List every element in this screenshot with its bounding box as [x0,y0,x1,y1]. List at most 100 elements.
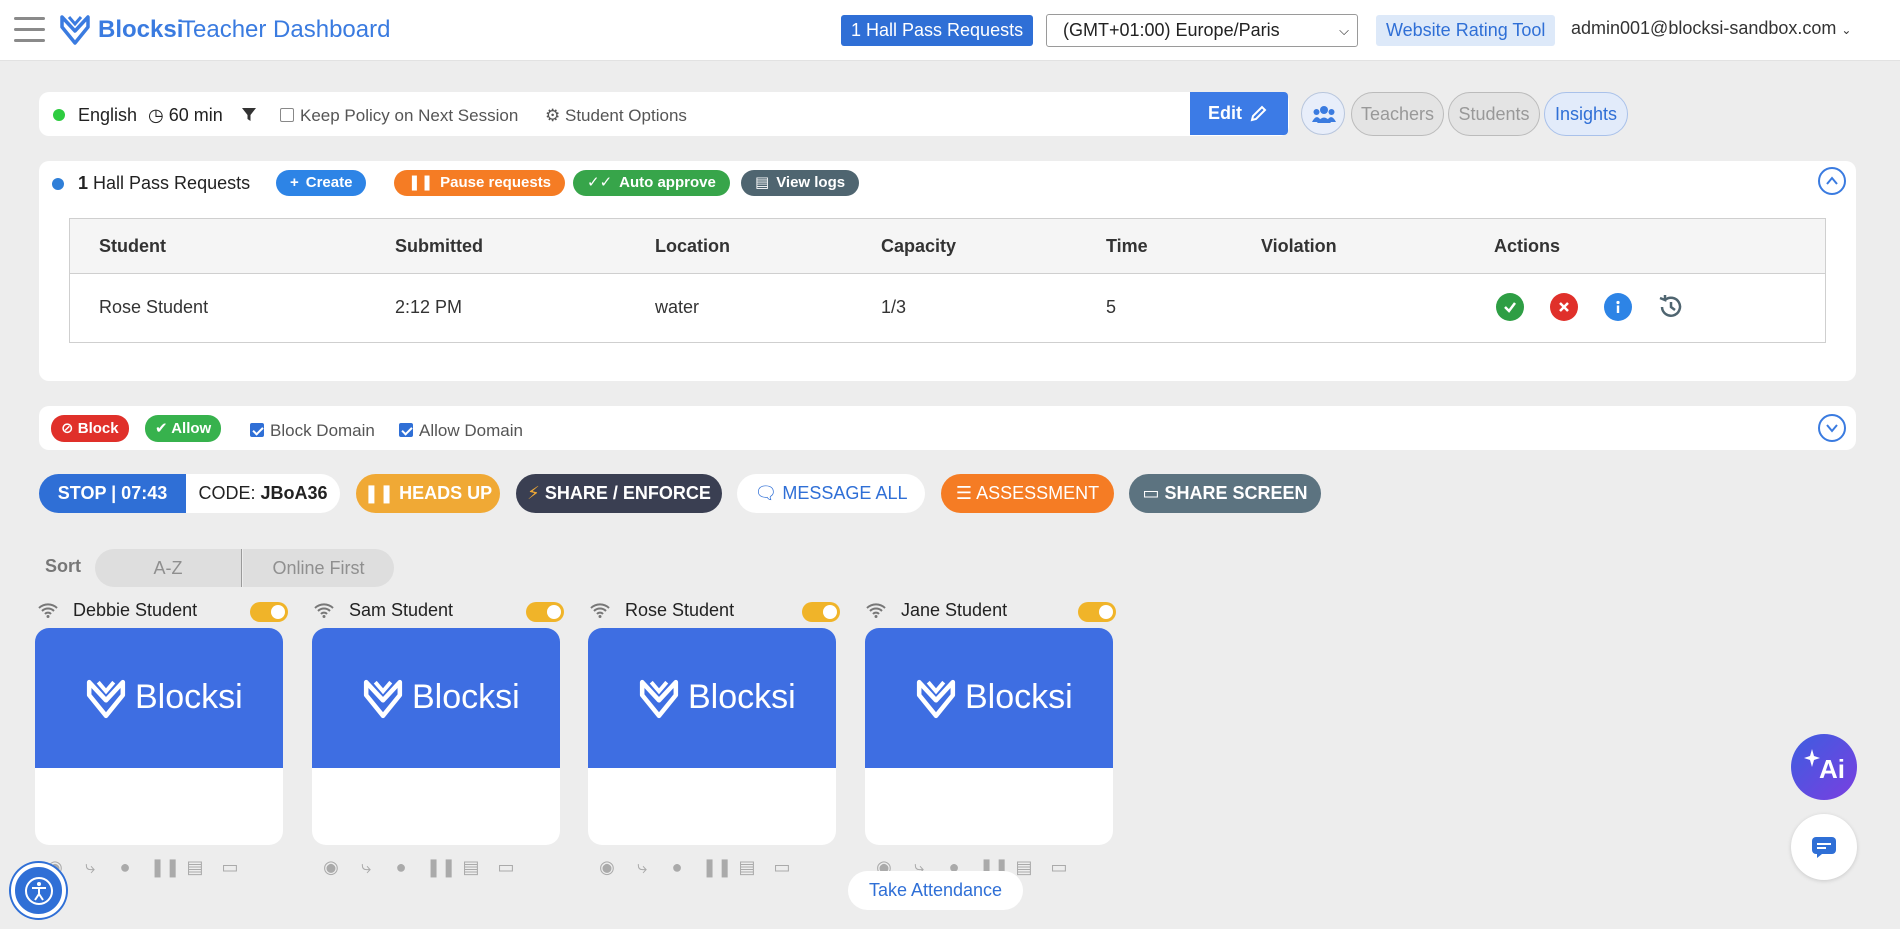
blocksi-logo-icon [639,679,679,719]
info-button[interactable] [1604,293,1632,321]
bolt-icon[interactable]: ⤷ [632,857,652,877]
tab-teachers[interactable]: Teachers [1351,92,1444,136]
student-screen-tile[interactable]: Blocksi [35,628,283,845]
top-bar: Blocksi Teacher Dashboard 1 Hall Pass Re… [0,0,1900,61]
table-header: Student Submitted Location Capacity Time… [70,219,1825,274]
student-tools: ◉ ⤷ ● ❚❚ ▤ ▭ [321,857,521,877]
student-options-button[interactable]: ⚙ Student Options [545,106,687,126]
accessibility-button[interactable] [11,863,66,918]
allow-domain-checkbox[interactable]: Allow Domain [399,421,523,441]
block-domain-checkbox[interactable]: Block Domain [250,421,375,441]
pause-requests-button[interactable]: ❚❚ Pause requests [394,170,566,196]
ai-assistant-button[interactable]: Ai [1791,734,1857,800]
check-icon: ✔ [155,420,168,437]
website-rating-tool-button[interactable]: Website Rating Tool [1376,15,1556,46]
cell-student: Rose Student [99,297,209,317]
group-icon [1312,106,1336,123]
auto-approve-button[interactable]: ✓✓ Auto approve [573,170,730,196]
bolt-icon[interactable]: ⤷ [80,857,100,877]
hall-pass-panel: 1 Hall Pass Requests + Create ❚❚ Pause req… [39,161,1856,381]
sort-az-button[interactable]: A-Z [95,549,242,587]
hall-pass-requests-button[interactable]: 1 Hall Pass Requests [841,15,1034,46]
expand-button[interactable] [1818,414,1846,442]
chevron-down-icon: ⌄ [1841,23,1852,37]
student-screen-tile[interactable]: Blocksi [865,628,1113,845]
account-menu[interactable]: admin001@blocksi-sandbox.com ⌄ [1571,18,1851,39]
brand-name: Blocksi [98,16,184,43]
tab-insights[interactable]: Insights [1544,92,1628,136]
student-screen-tile[interactable]: Blocksi [312,628,560,845]
account-email: admin001@blocksi-sandbox.com [1571,18,1837,38]
bolt-icon[interactable]: ⤷ [356,857,376,877]
keep-policy-checkbox[interactable]: Keep Policy on Next Session [280,106,518,126]
student-name: Jane Student [901,600,1008,620]
student-header: Sam Student [314,599,566,625]
checkbox[interactable] [280,108,294,122]
timezone-select[interactable]: (GMT+01:00) Europe/Paris ⌵ [1046,14,1358,47]
column-header: Location [655,236,730,256]
create-button[interactable]: + Create [276,170,367,196]
share-enforce-button[interactable]: ⚡︎ SHARE / ENFORCE [516,474,722,513]
student-name: Debbie Student [73,600,198,620]
hamburger-icon[interactable] [14,17,45,43]
column-header: Violation [1261,236,1337,256]
share-screen-button[interactable]: ▭ SHARE SCREEN [1129,474,1321,513]
cast-icon[interactable]: ▭ [772,857,792,877]
chat-icon[interactable]: ● [115,857,135,877]
pause-icon: ❚❚ [363,483,395,503]
camera-icon[interactable]: ◉ [321,857,341,877]
student-header: Debbie Student [38,599,290,625]
document-icon[interactable]: ▤ [185,857,205,877]
document-icon[interactable]: ▤ [1014,857,1034,877]
camera-icon[interactable]: ◉ [597,857,617,877]
heads-up-button[interactable]: ❚❚ HEADS UP [356,474,500,513]
chat-icon[interactable]: ● [667,857,687,877]
blocksi-logo-icon [60,13,90,47]
pause-icon[interactable]: ❚❚ [150,857,180,877]
double-check-icon: ✓✓ [587,174,613,191]
edit-policy-button[interactable]: Edit [1190,92,1288,135]
close-icon [1559,302,1569,312]
student-screen: Blocksi [588,628,836,768]
chat-icon[interactable]: ● [391,857,411,877]
collapse-button[interactable] [1818,167,1846,195]
deny-button[interactable] [1550,293,1578,321]
student-name: Sam Student [349,600,454,620]
checkbox[interactable] [399,423,413,437]
student-toggle[interactable] [802,602,840,622]
student-toggle[interactable] [526,602,564,622]
student-toggle[interactable] [1078,602,1116,622]
view-logs-button[interactable]: ▤ View logs [741,170,860,196]
document-icon[interactable]: ▤ [737,857,757,877]
wifi-icon [866,603,886,618]
cast-icon[interactable]: ▭ [220,857,240,877]
student-screen: Blocksi [865,628,1113,768]
take-attendance-button[interactable]: Take Attendance [848,871,1023,910]
tab-students[interactable]: Students [1448,92,1540,136]
cast-icon[interactable]: ▭ [1049,857,1069,877]
allow-button[interactable]: ✔ Allow [145,415,222,442]
pause-icon[interactable]: ❚❚ [426,857,456,877]
student-header: Jane Student [866,599,1118,625]
checkbox[interactable] [250,423,264,437]
message-all-button[interactable]: 🗨︎ MESSAGE ALL [737,474,925,513]
pause-icon[interactable]: ❚❚ [702,857,732,877]
plus-icon: + [290,174,299,191]
chat-button[interactable] [1791,814,1857,880]
approve-button[interactable] [1496,293,1524,321]
hall-pass-table: Student Submitted Location Capacity Time… [69,218,1826,343]
sort-online-first-button[interactable]: Online First [243,549,394,587]
chevron-up-icon [1826,176,1838,185]
block-button[interactable]: ⊘ Block [51,415,129,442]
student-screen-tile[interactable]: Blocksi [588,628,836,845]
ban-icon: ⊘ [61,420,74,437]
stop-session-button[interactable]: STOP | 07:43 [39,474,186,513]
groups-button[interactable] [1301,92,1345,135]
history-button[interactable] [1657,293,1685,321]
cast-icon[interactable]: ▭ [496,857,516,877]
student-toggle[interactable] [250,602,288,622]
filter-icon[interactable] [242,108,256,122]
assessment-button[interactable]: ☰ ASSESSMENT [941,474,1114,513]
screen-brand-text: Blocksi [965,678,1073,716]
document-icon[interactable]: ▤ [461,857,481,877]
